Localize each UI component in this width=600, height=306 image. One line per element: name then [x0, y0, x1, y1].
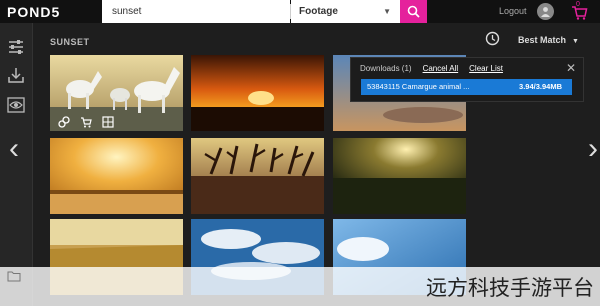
clear-list-link[interactable]: Clear List [469, 64, 503, 73]
link-icon[interactable] [58, 115, 70, 128]
chevron-down-icon: ▼ [572, 38, 579, 45]
search-icon [407, 5, 420, 18]
dark-field-image [333, 138, 466, 214]
cart-count: 0 [576, 1, 580, 8]
sort-select[interactable]: Best Match ▼ [518, 35, 579, 45]
download-tray-icon[interactable] [6, 65, 26, 85]
results-title: SUNSET [50, 37, 90, 47]
search-input[interactable] [102, 0, 290, 23]
golden-sunset-image [50, 138, 183, 214]
thumbnail-sunset-cloud[interactable] [191, 55, 324, 131]
download-item[interactable]: 53843115 Camargue animal ... 3.94/3.94MB [361, 79, 572, 95]
folder-icon[interactable] [7, 270, 21, 282]
avatar[interactable] [537, 3, 554, 20]
close-icon[interactable]: ✕ [566, 61, 576, 75]
grid-icon[interactable] [102, 115, 114, 128]
download-item-label: 53843115 Camargue animal ... [367, 82, 470, 91]
watermark-text: 远方科技手游平台 [426, 276, 594, 300]
sort-label: Best Match [518, 35, 567, 45]
thumbnail-white-horses[interactable] [50, 55, 183, 131]
downloads-panel: Downloads (1) Cancel All Clear List ✕ 53… [350, 57, 584, 102]
logout-link[interactable]: Logout [499, 6, 527, 16]
previous-arrow-icon[interactable]: ‹ [9, 134, 19, 164]
media-type-select[interactable]: Footage ▼ [291, 0, 400, 23]
top-bar: POND5 Footage ▼ Logout 0 [0, 0, 600, 23]
thumbnail-golden-sunset[interactable] [50, 138, 183, 214]
thumbnail-deer-antlers[interactable] [191, 138, 324, 214]
next-arrow-icon[interactable]: › [588, 134, 598, 164]
deer-image [191, 138, 324, 214]
download-item-size: 3.94/3.94MB [519, 82, 562, 91]
user-icon [541, 7, 550, 17]
cart-icon[interactable] [80, 115, 92, 128]
media-type-label: Footage [299, 6, 338, 17]
thumbnail-dark-field-sunset[interactable] [333, 138, 466, 214]
cancel-all-link[interactable]: Cancel All [423, 64, 459, 73]
sliders-icon[interactable] [6, 37, 26, 57]
eye-icon[interactable] [6, 95, 26, 115]
refresh-icon[interactable] [485, 31, 500, 46]
pond5-logo[interactable]: POND5 [7, 4, 60, 20]
sunset-image [191, 55, 324, 131]
downloads-title: Downloads (1) [360, 64, 412, 73]
chevron-down-icon: ▼ [383, 7, 391, 16]
search-button[interactable] [400, 0, 427, 23]
